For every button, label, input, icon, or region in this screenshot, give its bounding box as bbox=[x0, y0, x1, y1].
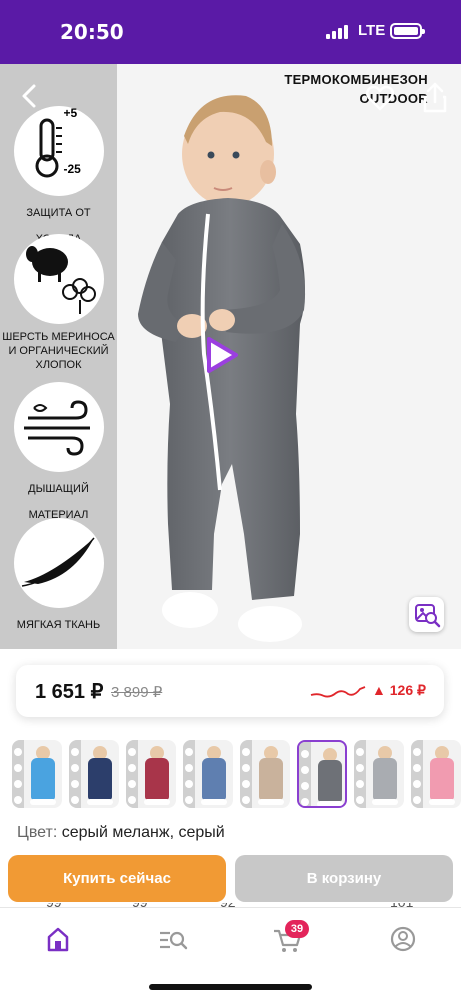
variant-thumb[interactable] bbox=[126, 740, 176, 808]
feature-soft: МЯГКАЯ ТКАНЬ bbox=[0, 518, 117, 638]
product-title: ТЕРМОКОМБИНЕЗОН OUTDOOR bbox=[284, 70, 428, 108]
chevron-left-icon bbox=[22, 84, 36, 108]
temp-high: +5 bbox=[63, 106, 78, 120]
variant-thumb[interactable] bbox=[12, 740, 62, 808]
variant-thumb[interactable] bbox=[240, 740, 290, 808]
feature-label: ШЕРСТЬ МЕРИНОСА И ОРГАНИЧЕСКИЙ ХЛОПОК bbox=[2, 331, 115, 371]
feature-panel: +5 -25 ЗАЩИТА ОТ ХОЛОДА bbox=[0, 64, 117, 649]
color-value: серый меланж, серый bbox=[61, 824, 225, 841]
feather-icon bbox=[13, 518, 104, 608]
battery-icon bbox=[390, 23, 425, 39]
nav-profile[interactable] bbox=[385, 924, 421, 954]
wind-icon bbox=[13, 382, 104, 472]
heart-icon bbox=[366, 85, 394, 111]
feature-wool-cotton: ШЕРСТЬ МЕРИНОСА И ОРГАНИЧЕСКИЙ ХЛОПОК bbox=[0, 234, 117, 372]
favorite-button[interactable] bbox=[364, 82, 396, 114]
share-button[interactable] bbox=[420, 80, 450, 114]
variant-thumb[interactable] bbox=[69, 740, 119, 808]
home-indicator bbox=[149, 984, 312, 990]
profile-icon bbox=[390, 926, 416, 952]
feature-label: МЯГКАЯ ТКАНЬ bbox=[16, 619, 101, 631]
home-icon bbox=[47, 927, 69, 952]
price-change: ▲ 126 ₽ bbox=[372, 682, 426, 698]
current-price: 1 651 ₽ bbox=[35, 681, 104, 703]
feature-label: ЗАЩИТА ОТ bbox=[26, 207, 91, 219]
nav-home[interactable] bbox=[40, 924, 76, 954]
feature-cold-protection: +5 -25 ЗАЩИТА ОТ ХОЛОДА bbox=[0, 106, 117, 252]
status-time: 20:50 bbox=[60, 20, 124, 44]
selected-color: Цвет: серый меланж, серый bbox=[17, 824, 225, 842]
variant-thumb[interactable] bbox=[183, 740, 233, 808]
signal-icon bbox=[326, 25, 352, 39]
product-title-line: ТЕРМОКОМБИНЕЗОН bbox=[284, 72, 428, 87]
color-label: Цвет: bbox=[17, 824, 58, 841]
price-trend-graph bbox=[310, 686, 366, 698]
catalog-search-icon bbox=[160, 931, 188, 950]
temp-low: -25 bbox=[63, 162, 81, 176]
add-to-cart-button[interactable]: В корзину bbox=[235, 855, 453, 902]
status-bar: 20:50 LTE bbox=[0, 0, 461, 64]
product-title-line: OUTDOOR bbox=[359, 91, 428, 106]
variant-thumb-selected[interactable] bbox=[297, 740, 347, 808]
product-screen: 20:50 LTE +5 -25 ЗАЩИТА ОТ ШЕРСТЬ МЕРИНО… bbox=[0, 0, 461, 1000]
visual-search-button[interactable] bbox=[409, 597, 444, 632]
cart-count-badge: 39 bbox=[285, 920, 309, 938]
color-variants bbox=[12, 740, 461, 810]
feature-label: ДЫШАЩИЙ bbox=[28, 483, 89, 495]
play-video-button[interactable] bbox=[200, 334, 242, 376]
feature-breathable: ДЫШАЩИЙ МАТЕРИАЛ bbox=[0, 382, 117, 528]
variant-thumb[interactable] bbox=[411, 740, 461, 808]
thermometer-icon: +5 -25 bbox=[13, 106, 104, 196]
variant-thumb[interactable] bbox=[354, 740, 404, 808]
share-icon bbox=[423, 82, 447, 113]
nav-catalog[interactable] bbox=[155, 924, 191, 954]
price-card[interactable]: 1 651 ₽ 3 899 ₽ ▲ 126 ₽ bbox=[16, 665, 444, 717]
old-price: 3 899 ₽ bbox=[111, 684, 163, 701]
buy-now-button[interactable]: Купить сейчас bbox=[8, 855, 226, 902]
product-image[interactable]: +5 -25 ЗАЩИТА ОТ ХОЛОДА bbox=[0, 64, 461, 649]
play-icon bbox=[207, 337, 238, 373]
back-button[interactable] bbox=[12, 78, 44, 114]
sheep-cotton-icon bbox=[13, 234, 104, 324]
network-type: LTE bbox=[358, 22, 386, 39]
image-search-icon bbox=[415, 604, 441, 628]
